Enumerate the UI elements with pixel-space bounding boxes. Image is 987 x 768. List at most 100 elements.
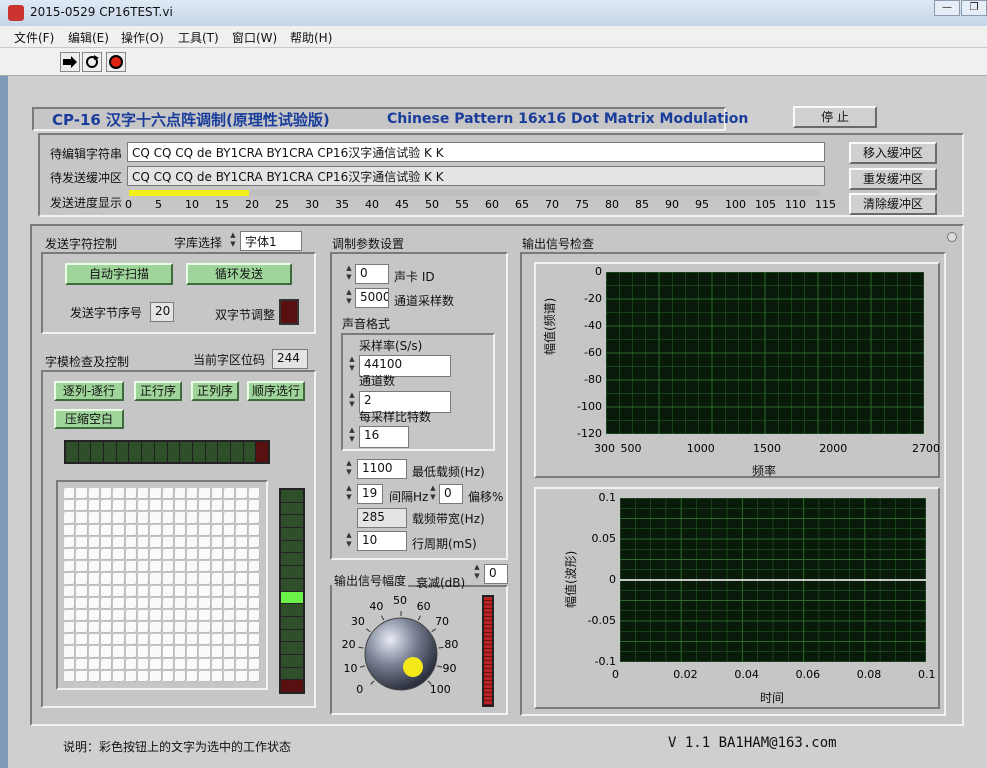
matrix-dot[interactable] [76, 609, 88, 622]
matrix-dot[interactable] [113, 622, 125, 634]
matrix-dot[interactable] [199, 524, 211, 536]
matrix-dot[interactable] [76, 658, 88, 670]
matrix-dot[interactable] [125, 670, 137, 682]
matrix-dot[interactable] [150, 573, 162, 585]
matrix-dot[interactable] [211, 646, 224, 658]
matrix-dot[interactable] [236, 488, 248, 500]
matrix-dot[interactable] [211, 670, 224, 682]
minimize-button[interactable]: — [934, 0, 960, 16]
matrix-dot[interactable] [187, 634, 199, 646]
matrix-dot[interactable] [187, 585, 199, 597]
menu-tools[interactable]: 工具(T) [178, 29, 219, 46]
matrix-dot[interactable] [88, 585, 100, 597]
matrix-dot[interactable] [224, 488, 236, 500]
matrix-dot[interactable] [150, 561, 162, 573]
matrix-dot[interactable] [187, 573, 199, 585]
matrix-dot[interactable] [224, 597, 236, 609]
matrix-dot[interactable] [162, 597, 174, 609]
matrix-dot[interactable] [125, 561, 137, 573]
abort-button[interactable] [106, 52, 126, 72]
matrix-dot[interactable] [248, 646, 260, 658]
matrix-dot[interactable] [199, 585, 211, 597]
matrix-dot[interactable] [248, 634, 260, 646]
matrix-dot[interactable] [76, 585, 88, 597]
matrix-dot[interactable] [187, 512, 199, 524]
matrix-dot[interactable] [113, 561, 125, 573]
matrix-dot[interactable] [248, 658, 260, 670]
double-byte-led[interactable] [279, 299, 299, 325]
matrix-dot[interactable] [236, 670, 248, 682]
matrix-dot[interactable] [150, 670, 162, 682]
matrix-dot[interactable] [150, 548, 162, 561]
matrix-dot[interactable] [199, 609, 211, 622]
matrix-dot[interactable] [174, 585, 187, 597]
run-button[interactable] [60, 52, 80, 72]
menu-operate[interactable]: 操作(O) [121, 29, 164, 46]
menu-edit[interactable]: 编辑(E) [68, 29, 109, 46]
matrix-dot[interactable] [199, 536, 211, 548]
matrix-dot[interactable] [64, 561, 76, 573]
matrix-dot[interactable] [174, 658, 187, 670]
matrix-dot[interactable] [248, 597, 260, 609]
matrix-dot[interactable] [113, 488, 125, 500]
matrix-dot[interactable] [224, 609, 236, 622]
matrix-dot[interactable] [125, 634, 137, 646]
matrix-dot[interactable] [137, 670, 150, 682]
matrix-dot[interactable] [113, 597, 125, 609]
matrix-dot[interactable] [162, 585, 174, 597]
matrix-dot[interactable] [113, 524, 125, 536]
matrix-dot[interactable] [100, 646, 113, 658]
matrix-dot[interactable] [174, 500, 187, 512]
matrix-dot[interactable] [113, 536, 125, 548]
matrix-dot[interactable] [125, 500, 137, 512]
matrix-dot[interactable] [100, 536, 113, 548]
matrix-dot[interactable] [150, 609, 162, 622]
matrix-dot[interactable] [125, 536, 137, 548]
matrix-dot[interactable] [248, 573, 260, 585]
line-period-spinner[interactable]: ▲ ▼ [344, 531, 354, 551]
matrix-dot[interactable] [187, 561, 199, 573]
matrix-dot[interactable] [100, 561, 113, 573]
matrix-dot[interactable] [211, 585, 224, 597]
matrix-dot[interactable] [199, 597, 211, 609]
matrix-dot[interactable] [224, 646, 236, 658]
matrix-dot[interactable] [64, 488, 76, 500]
matrix-dot[interactable] [162, 646, 174, 658]
matrix-dot[interactable] [174, 646, 187, 658]
matrix-dot[interactable] [162, 512, 174, 524]
matrix-dot[interactable] [137, 634, 150, 646]
matrix-dot[interactable] [125, 524, 137, 536]
matrix-dot[interactable] [236, 512, 248, 524]
matrix-dot[interactable] [137, 573, 150, 585]
matrix-dot[interactable] [162, 524, 174, 536]
matrix-dot[interactable] [174, 548, 187, 561]
matrix-dot[interactable] [100, 622, 113, 634]
matrix-dot[interactable] [162, 658, 174, 670]
matrix-dot[interactable] [174, 622, 187, 634]
font-select-spinner[interactable]: ▲ ▼ [228, 231, 238, 251]
matrix-dot[interactable] [224, 512, 236, 524]
matrix-dot[interactable] [199, 658, 211, 670]
interval-field[interactable]: 19 [357, 484, 383, 504]
matrix-dot[interactable] [113, 573, 125, 585]
matrix-dot[interactable] [248, 561, 260, 573]
col-row-button[interactable]: 逐列-逐行 [54, 381, 124, 401]
matrix-dot[interactable] [174, 536, 187, 548]
matrix-dot[interactable] [100, 512, 113, 524]
matrix-dot[interactable] [137, 609, 150, 622]
matrix-dot[interactable] [174, 634, 187, 646]
matrix-dot[interactable] [88, 488, 100, 500]
matrix-dot[interactable] [187, 646, 199, 658]
matrix-dot[interactable] [100, 597, 113, 609]
matrix-dot[interactable] [211, 658, 224, 670]
matrix-dot[interactable] [137, 548, 150, 561]
matrix-dot[interactable] [125, 597, 137, 609]
matrix-dot[interactable] [236, 561, 248, 573]
matrix-dot[interactable] [199, 634, 211, 646]
matrix-dot[interactable] [137, 500, 150, 512]
matrix-dot[interactable] [248, 548, 260, 561]
matrix-dot[interactable] [125, 609, 137, 622]
matrix-dot[interactable] [137, 597, 150, 609]
atten-field[interactable]: 0 [484, 564, 508, 584]
matrix-dot[interactable] [162, 622, 174, 634]
